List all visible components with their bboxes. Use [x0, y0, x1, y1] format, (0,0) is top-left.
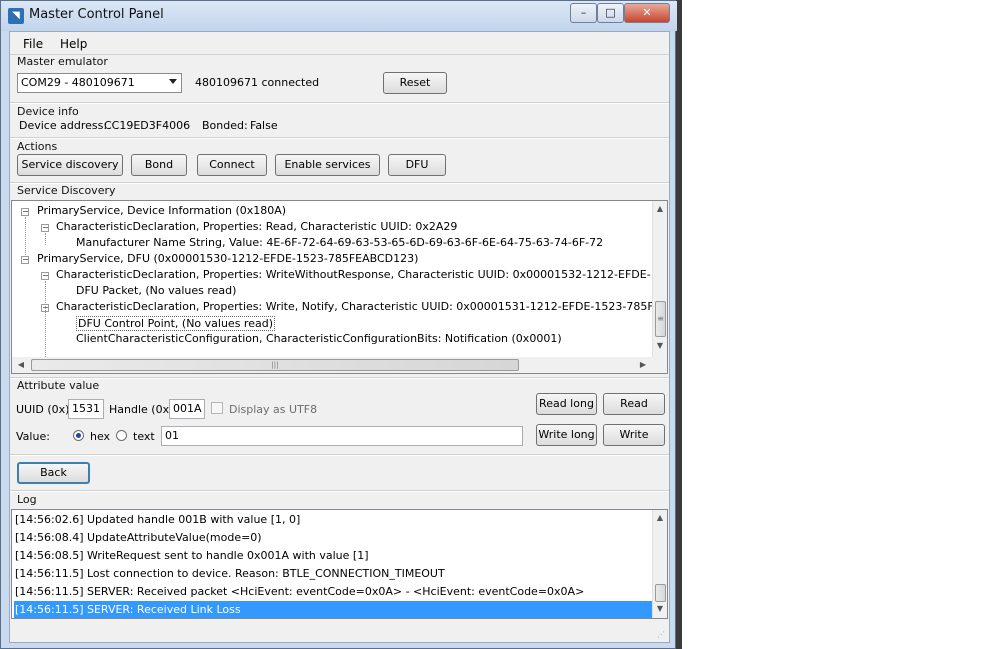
- arrow-left-icon[interactable]: ◀: [14, 360, 28, 369]
- separator-highlight: [10, 455, 669, 456]
- arrow-down-icon[interactable]: ▼: [653, 604, 667, 613]
- scroll-thumb[interactable]: [655, 584, 666, 602]
- tree-item[interactable]: CharacteristicDeclaration, Properties: W…: [56, 268, 651, 281]
- app-icon: ◥: [8, 8, 24, 24]
- collapse-icon[interactable]: −: [21, 256, 29, 264]
- tree-item[interactable]: DFU Packet, (No values read): [76, 284, 236, 297]
- chevron-down-icon[interactable]: [169, 79, 177, 84]
- actions-label: Actions: [17, 140, 58, 153]
- collapse-icon[interactable]: −: [41, 224, 49, 232]
- log-entry[interactable]: [14:56:02.6] Updated handle 001B with va…: [14, 511, 300, 529]
- arrow-right-icon[interactable]: ▶: [636, 360, 650, 369]
- separator-highlight: [10, 138, 669, 139]
- device-info-label: Device info: [17, 105, 79, 118]
- attribute-value-label: Attribute value: [17, 379, 100, 392]
- read-long-button[interactable]: Read long: [536, 393, 597, 415]
- utf8-label: Display as UTF8: [229, 403, 318, 416]
- menu-separator: [10, 54, 669, 55]
- value-label: Value:: [16, 430, 50, 443]
- menu-file[interactable]: File: [23, 37, 43, 51]
- arrow-down-icon[interactable]: ▼: [653, 341, 667, 350]
- service-tree[interactable]: − PrimaryService, Device Information (0x…: [11, 200, 668, 374]
- tree-connector: [45, 233, 47, 245]
- scroll-corner: [652, 357, 667, 373]
- emulator-combo[interactable]: COM29 - 480109671: [17, 73, 182, 93]
- desktop-background: [676, 0, 682, 649]
- tree-connector: [25, 217, 27, 255]
- log-entry[interactable]: [14:56:11.5] Lost connection to device. …: [14, 565, 445, 583]
- resize-grip-icon[interactable]: ⋰: [657, 630, 667, 640]
- service-discovery-button[interactable]: Service discovery: [17, 154, 123, 176]
- tree-item[interactable]: ClientCharacteristicConfiguration, Chara…: [76, 332, 562, 345]
- uuid-label: UUID (0x):: [16, 403, 74, 416]
- scroll-thumb[interactable]: |||: [31, 359, 519, 371]
- separator-highlight: [10, 103, 669, 104]
- main-window: ◥ Master Control Panel – □ ✕ File Help M…: [0, 0, 677, 649]
- log-entry-selected[interactable]: [14:56:11.5] SERVER: Received Link Loss: [14, 601, 656, 618]
- service-discovery-label: Service Discovery: [17, 184, 116, 197]
- separator-highlight: [10, 378, 669, 379]
- connection-status: 480109671 connected: [195, 76, 320, 89]
- enable-services-button[interactable]: Enable services: [275, 154, 380, 176]
- close-button[interactable]: ✕: [624, 3, 670, 23]
- separator-highlight: [10, 491, 669, 492]
- handle-label: Handle (0x):: [109, 403, 178, 416]
- emulator-combo-value: COM29 - 480109671: [21, 76, 135, 89]
- hex-label: hex: [90, 430, 111, 443]
- bonded-label: Bonded:: [202, 119, 248, 132]
- log-entry[interactable]: [14:56:08.5] WriteRequest sent to handle…: [14, 547, 369, 565]
- minimize-button[interactable]: –: [570, 3, 597, 23]
- write-button[interactable]: Write: [603, 424, 665, 446]
- back-button[interactable]: Back: [17, 462, 90, 484]
- bonded-value: False: [250, 119, 278, 132]
- client-area: File Help Master emulator COM29 - 480109…: [9, 31, 670, 643]
- collapse-icon[interactable]: −: [41, 272, 49, 280]
- device-address-value: CC19ED3F4006: [104, 119, 191, 132]
- log-entry[interactable]: [14:56:11.5] SERVER: Received packet <Hc…: [14, 583, 584, 601]
- tree-vertical-scrollbar[interactable]: ▲ ≡ ▼: [652, 201, 667, 357]
- tree-horizontal-scrollbar[interactable]: ◀ ||| ▶: [12, 357, 652, 373]
- tree-item[interactable]: Manufacturer Name String, Value: 4E-6F-7…: [76, 236, 603, 249]
- arrow-up-icon[interactable]: ▲: [653, 204, 667, 213]
- scroll-thumb[interactable]: ≡: [655, 301, 666, 337]
- radio-selected-dot: [76, 433, 81, 438]
- maximize-button[interactable]: □: [597, 3, 624, 23]
- connect-button[interactable]: Connect: [197, 154, 267, 176]
- dfu-button[interactable]: DFU: [388, 154, 446, 176]
- text-radio[interactable]: [116, 430, 127, 441]
- bond-button[interactable]: Bond: [131, 154, 187, 176]
- value-field[interactable]: 01: [161, 426, 523, 446]
- tree-item[interactable]: PrimaryService, DFU (0x00001530-1212-EFD…: [37, 252, 418, 265]
- log-entry[interactable]: [14:56:08.4] UpdateAttributeValue(mode=0…: [14, 529, 262, 547]
- utf8-checkbox[interactable]: [211, 402, 223, 414]
- tree-item[interactable]: PrimaryService, Device Information (0x18…: [37, 204, 286, 217]
- arrow-up-icon[interactable]: ▲: [653, 513, 667, 522]
- device-address-label: Device address:: [19, 119, 108, 132]
- reset-button[interactable]: Reset: [383, 72, 447, 94]
- read-button[interactable]: Read: [603, 393, 665, 415]
- handle-field[interactable]: 001A: [169, 399, 205, 419]
- log-list[interactable]: [14:56:02.6] Updated handle 001B with va…: [11, 509, 668, 619]
- window-title: Master Control Panel: [29, 7, 164, 22]
- write-long-button[interactable]: Write long: [536, 424, 597, 446]
- master-emulator-label: Master emulator: [17, 55, 108, 68]
- menu-help[interactable]: Help: [60, 37, 87, 51]
- title-bar: ◥ Master Control Panel – □ ✕: [1, 1, 677, 31]
- hex-radio[interactable]: [73, 430, 84, 441]
- tree-item[interactable]: CharacteristicDeclaration, Properties: R…: [56, 220, 457, 233]
- log-label: Log: [17, 493, 37, 506]
- text-label: text: [133, 430, 155, 443]
- tree-item-focused[interactable]: DFU Control Point, (No values read): [76, 316, 275, 331]
- collapse-icon[interactable]: −: [21, 208, 29, 216]
- tree-item[interactable]: CharacteristicDeclaration, Properties: W…: [56, 300, 667, 313]
- log-vertical-scrollbar[interactable]: ▲ ▼: [652, 510, 667, 618]
- uuid-field[interactable]: 1531: [68, 399, 104, 419]
